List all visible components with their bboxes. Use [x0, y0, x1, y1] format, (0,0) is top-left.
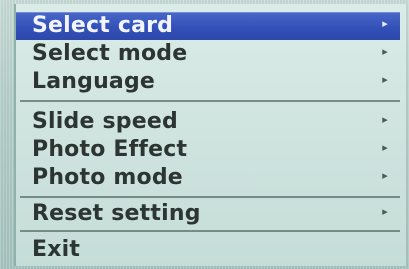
settings-menu: Select card ▸ Select mode ▸ Language ▸ S…	[14, 4, 406, 266]
menu-item-slide-speed[interactable]: Slide speed ▸	[16, 108, 400, 136]
menu-item-select-mode[interactable]: Select mode ▸	[16, 40, 400, 68]
menu-item-reset-setting[interactable]: Reset setting ▸	[16, 200, 400, 228]
menu-divider	[20, 100, 400, 102]
menu-item-language[interactable]: Language ▸	[16, 68, 400, 96]
menu-item-label: Exit	[32, 237, 81, 262]
submenu-arrow-icon: ▸	[382, 169, 388, 182]
menu-item-label: Photo Effect	[32, 137, 188, 162]
photo-frame-screen: Select card ▸ Select mode ▸ Language ▸ S…	[0, 0, 409, 269]
submenu-arrow-icon: ▸	[382, 45, 388, 58]
menu-item-photo-effect[interactable]: Photo Effect ▸	[16, 136, 400, 164]
menu-divider	[20, 230, 400, 232]
submenu-arrow-icon: ▸	[382, 73, 388, 86]
submenu-arrow-icon: ▸	[382, 113, 388, 126]
menu-item-label: Language	[32, 69, 156, 94]
submenu-arrow-icon: ▸	[382, 17, 388, 30]
menu-item-label: Reset setting	[32, 201, 201, 226]
menu-item-label: Photo mode	[32, 165, 183, 190]
menu-item-exit[interactable]: Exit	[16, 236, 400, 264]
submenu-arrow-icon: ▸	[382, 141, 388, 154]
menu-item-label: Select mode	[32, 41, 188, 66]
submenu-arrow-icon: ▸	[382, 205, 388, 218]
menu-item-photo-mode[interactable]: Photo mode ▸	[16, 164, 400, 192]
menu-item-select-card[interactable]: Select card ▸	[16, 12, 400, 40]
menu-item-label: Slide speed	[32, 109, 178, 134]
menu-item-label: Select card	[32, 13, 174, 38]
menu-divider	[20, 196, 400, 198]
